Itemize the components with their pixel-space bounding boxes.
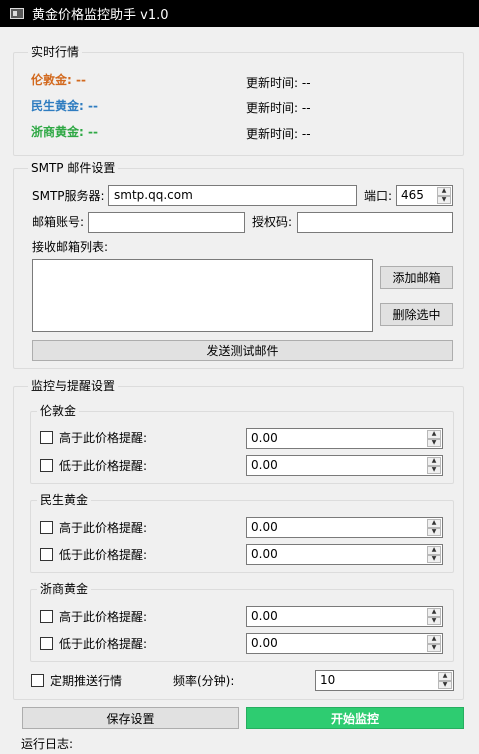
recipients-list[interactable]: [32, 259, 373, 332]
periodic-push-checkbox[interactable]: [31, 674, 44, 687]
smtp-group-title: SMTP 邮件设置: [28, 161, 119, 175]
recipients-label: 接收邮箱列表:: [32, 240, 109, 254]
spin-up-icon[interactable]: ▲: [427, 608, 441, 617]
minsheng-gold-subgroup-title: 民生黄金: [37, 493, 92, 507]
monitor-group-title: 监控与提醒设置: [28, 379, 119, 393]
remove-selected-button[interactable]: 删除选中: [380, 303, 453, 326]
minsheng-low-checkbox[interactable]: [40, 548, 53, 561]
zheshang-low-checkbox[interactable]: [40, 637, 53, 650]
auth-code-input[interactable]: [297, 212, 453, 233]
minsheng-low-value: 0.00: [251, 547, 278, 561]
zheshang-gold-update-time: 更新时间: --: [246, 127, 311, 141]
periodic-push-label: 定期推送行情: [50, 674, 123, 688]
spin-down-icon[interactable]: ▼: [427, 616, 441, 625]
zheshang-high-spinbox[interactable]: 0.00 ▲ ▼: [246, 606, 443, 627]
zheshang-gold-price-label: 浙商黄金: --: [31, 125, 98, 139]
london-gold-update-time: 更新时间: --: [246, 76, 311, 90]
minsheng-low-spinbox[interactable]: 0.00 ▲ ▼: [246, 544, 443, 565]
start-monitoring-button[interactable]: 开始监控: [246, 707, 464, 729]
london-high-spinbox[interactable]: 0.00 ▲ ▼: [246, 428, 443, 449]
spin-up-icon[interactable]: ▲: [427, 635, 441, 644]
spin-up-icon[interactable]: ▲: [427, 546, 441, 555]
run-log-label: 运行日志:: [21, 737, 74, 751]
spin-down-icon[interactable]: ▼: [427, 643, 441, 652]
london-high-arrows[interactable]: ▲ ▼: [427, 430, 441, 447]
london-high-checkbox[interactable]: [40, 431, 53, 444]
frequency-value: 10: [320, 673, 336, 687]
zheshang-high-value: 0.00: [251, 609, 278, 623]
port-label: 端口:: [364, 189, 393, 203]
london-low-value: 0.00: [251, 458, 278, 472]
auth-code-label: 授权码:: [252, 215, 293, 229]
minsheng-high-arrows[interactable]: ▲ ▼: [427, 519, 441, 536]
minsheng-high-checkbox[interactable]: [40, 521, 53, 534]
port-spin-arrows[interactable]: ▲ ▼: [437, 187, 451, 204]
spin-down-icon[interactable]: ▼: [438, 680, 452, 689]
spin-up-icon[interactable]: ▲: [427, 430, 441, 439]
spin-up-icon[interactable]: ▲: [427, 519, 441, 528]
window-title: 黄金价格监控助手 v1.0: [32, 8, 169, 23]
zheshang-low-value: 0.00: [251, 636, 278, 650]
minsheng-high-spinbox[interactable]: 0.00 ▲ ▼: [246, 517, 443, 538]
london-low-spinbox[interactable]: 0.00 ▲ ▼: [246, 455, 443, 476]
spin-up-icon[interactable]: ▲: [427, 457, 441, 466]
minsheng-high-value: 0.00: [251, 520, 278, 534]
london-gold-subgroup-title: 伦敦金: [37, 404, 80, 418]
email-account-input[interactable]: [88, 212, 245, 233]
add-email-button[interactable]: 添加邮箱: [380, 266, 453, 289]
zheshang-low-spinbox[interactable]: 0.00 ▲ ▼: [246, 633, 443, 654]
port-spinbox[interactable]: 465 ▲ ▼: [396, 185, 453, 206]
save-settings-button[interactable]: 保存设置: [22, 707, 239, 729]
zheshang-gold-subgroup-title: 浙商黄金: [37, 582, 92, 596]
london-high-label: 高于此价格提醒:: [59, 431, 148, 445]
spin-down-icon[interactable]: ▼: [437, 195, 451, 204]
port-value: 465: [401, 188, 424, 202]
app-icon: [10, 8, 24, 19]
spin-down-icon[interactable]: ▼: [427, 465, 441, 474]
email-account-label: 邮箱账号:: [32, 215, 85, 229]
london-gold-price-label: 伦敦金: --: [31, 73, 86, 87]
zheshang-low-arrows[interactable]: ▲ ▼: [427, 635, 441, 652]
minsheng-gold-update-time: 更新时间: --: [246, 101, 311, 115]
zheshang-high-checkbox[interactable]: [40, 610, 53, 623]
london-low-label: 低于此价格提醒:: [59, 459, 148, 473]
london-high-value: 0.00: [251, 431, 278, 445]
london-low-checkbox[interactable]: [40, 459, 53, 472]
spin-up-icon[interactable]: ▲: [438, 672, 452, 681]
smtp-server-label: SMTP服务器:: [32, 189, 105, 203]
frequency-arrows[interactable]: ▲ ▼: [438, 672, 452, 689]
zheshang-low-label: 低于此价格提醒:: [59, 637, 148, 651]
smtp-server-input[interactable]: smtp.qq.com: [108, 185, 357, 206]
frequency-label: 频率(分钟):: [173, 674, 235, 688]
send-test-email-button[interactable]: 发送测试邮件: [32, 340, 453, 361]
spin-down-icon[interactable]: ▼: [427, 438, 441, 447]
minsheng-high-label: 高于此价格提醒:: [59, 521, 148, 535]
london-low-arrows[interactable]: ▲ ▼: [427, 457, 441, 474]
zheshang-high-arrows[interactable]: ▲ ▼: [427, 608, 441, 625]
realtime-group-title: 实时行情: [28, 45, 83, 59]
spin-down-icon[interactable]: ▼: [427, 554, 441, 563]
minsheng-low-arrows[interactable]: ▲ ▼: [427, 546, 441, 563]
spin-down-icon[interactable]: ▼: [427, 527, 441, 536]
frequency-spinbox[interactable]: 10 ▲ ▼: [315, 670, 454, 691]
title-bar[interactable]: 黄金价格监控助手 v1.0: [0, 0, 479, 27]
spin-up-icon[interactable]: ▲: [437, 187, 451, 196]
zheshang-high-label: 高于此价格提醒:: [59, 610, 148, 624]
minsheng-low-label: 低于此价格提醒:: [59, 548, 148, 562]
minsheng-gold-price-label: 民生黄金: --: [31, 99, 98, 113]
